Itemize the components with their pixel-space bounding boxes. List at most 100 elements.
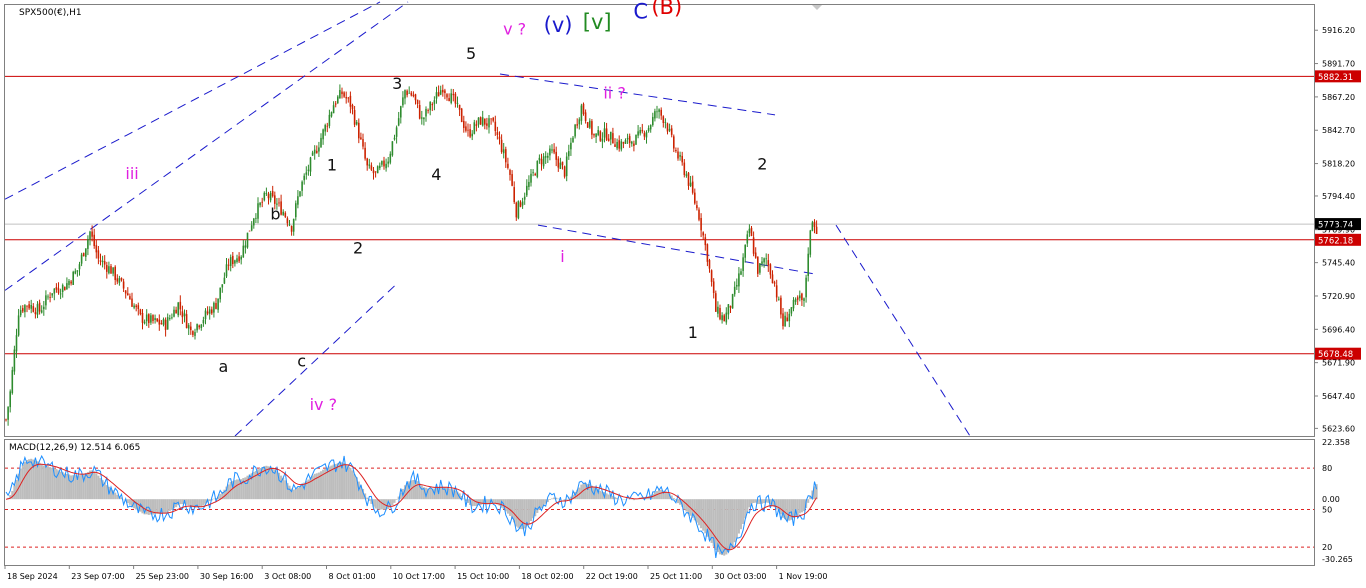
candle-body (64, 286, 66, 291)
candle-body (683, 162, 686, 175)
candle-body (36, 304, 39, 315)
candle-body (32, 306, 35, 312)
candle-body (757, 256, 759, 274)
candle-body (87, 238, 89, 249)
candle-body (202, 319, 205, 324)
candle-body (316, 150, 318, 153)
candle-body (727, 304, 730, 315)
candle-body (782, 313, 784, 327)
candle-body (13, 349, 16, 372)
candle-body (137, 305, 140, 310)
candle-body (486, 123, 488, 126)
price-axis-tick-label: 5696.40 (1322, 325, 1355, 334)
candle-body (30, 305, 32, 309)
candle-body (66, 283, 68, 290)
candle-body (139, 309, 142, 314)
candle-body (171, 317, 173, 319)
candle-body (229, 257, 232, 266)
candle-body (603, 128, 606, 138)
candle-body (324, 125, 326, 132)
candle-body (467, 129, 469, 131)
candle-body (103, 261, 106, 265)
candle-body (570, 142, 572, 150)
time-axis-tick-label: 22 Oct 19:00 (586, 572, 638, 581)
candle-body (505, 149, 507, 163)
candle-body (187, 325, 190, 329)
candle-body (391, 141, 394, 156)
candle-body (418, 104, 421, 119)
candle-body (771, 274, 774, 284)
candle-body (547, 155, 549, 158)
wave-label: iv ? (310, 395, 338, 414)
candle-body (395, 127, 398, 137)
candle-body (660, 109, 662, 116)
candle-body (412, 94, 415, 97)
candle-body (801, 293, 803, 301)
candle-body (784, 315, 786, 327)
candle-body (175, 309, 177, 314)
candle-body (446, 94, 448, 98)
candle-body (742, 257, 744, 271)
candle-body (679, 155, 681, 157)
candle-body (654, 111, 656, 119)
candle-body (108, 266, 110, 274)
candle-body (232, 255, 234, 265)
candle-body (339, 90, 341, 99)
candle-body (17, 315, 20, 336)
candle-body (15, 335, 18, 352)
candle-body (477, 117, 480, 125)
candle-body (101, 260, 104, 263)
macd-level-label: 20 (1322, 543, 1332, 552)
candle-body (330, 112, 333, 117)
candle-body (773, 282, 776, 284)
candle-body (691, 181, 694, 193)
candle-body (484, 118, 486, 125)
candle-body (544, 156, 547, 158)
candle-body (542, 156, 545, 167)
price-axis-tick-label: 5891.70 (1322, 60, 1355, 69)
candle-body (238, 256, 240, 262)
candle-body (236, 258, 238, 262)
candle-body (345, 97, 347, 99)
candle-body (135, 305, 137, 308)
macd-axis-tick-label: 22.358 (1322, 438, 1350, 447)
candle-body (723, 315, 725, 322)
candle-body (694, 192, 696, 204)
candle-body (70, 281, 72, 284)
candle-body (675, 150, 677, 152)
wave-label: (B) (651, 0, 682, 19)
wave-label: 5 (466, 44, 476, 63)
candle-body (488, 118, 490, 128)
candle-body (687, 172, 690, 186)
price-axis-tick-label: 5671.90 (1322, 359, 1355, 368)
candle-body (437, 92, 440, 97)
candle-body (267, 194, 270, 199)
candle-body (733, 286, 736, 295)
candle-body (458, 104, 461, 110)
candle-body (211, 309, 213, 314)
candle-body (332, 105, 335, 114)
candle-body (652, 116, 654, 126)
price-axis-tick-label: 5794.40 (1322, 192, 1355, 201)
candle-body (309, 157, 312, 172)
candle-body (416, 99, 419, 105)
candle-body (429, 102, 431, 111)
candle-body (647, 128, 650, 132)
candle-body (383, 160, 385, 167)
candle-body (473, 122, 476, 134)
candle-body (160, 323, 163, 325)
candle-body (158, 319, 161, 325)
time-axis-tick-label: 18 Sep 2024 (7, 572, 58, 581)
candle-body (649, 125, 652, 130)
candle-body (624, 140, 627, 144)
candle-body (796, 297, 799, 300)
candle-body (790, 307, 793, 314)
candle-body (53, 288, 56, 294)
candle-body (219, 287, 221, 300)
candle-body (662, 116, 665, 123)
candle-body (11, 370, 14, 394)
candle-body (576, 124, 578, 126)
candle-body (40, 310, 43, 313)
candle-body (803, 298, 805, 301)
candle-body (225, 264, 228, 277)
